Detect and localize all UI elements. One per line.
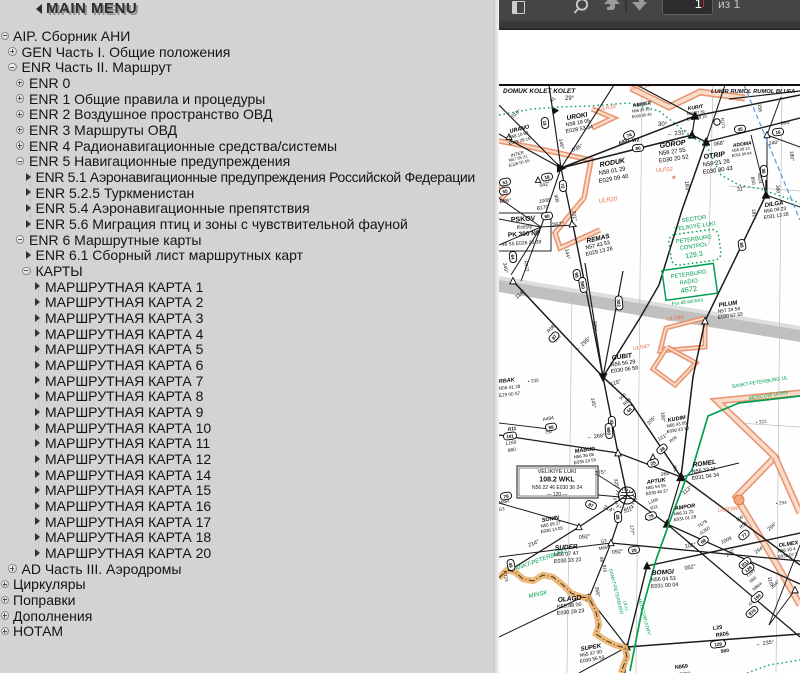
svg-text:29°: 29° (565, 96, 575, 102)
svg-text:B8: B8 (599, 557, 604, 563)
svg-text:268: 268 (660, 471, 669, 478)
svg-text:092°: 092° (612, 549, 624, 556)
svg-text:900: 900 (606, 427, 612, 436)
svg-text:100°: 100° (659, 412, 666, 423)
svg-text:LUKIR RUMOL RUMOL BLUFA: LUKIR RUMOL RUMOL BLUFA (711, 89, 795, 95)
svg-text:302: 302 (616, 299, 622, 308)
svg-text:• 338: • 338 (528, 378, 540, 385)
svg-text:72: 72 (560, 183, 565, 189)
svg-text:086°: 086° (500, 198, 512, 205)
svg-text:183°: 183° (683, 181, 690, 193)
svg-text:64: 64 (510, 254, 515, 260)
svg-text:181°: 181° (750, 209, 757, 220)
svg-text:30°: 30° (658, 122, 668, 128)
svg-text:810: 810 (602, 565, 608, 573)
svg-text:360: 360 (774, 185, 781, 194)
svg-text:31°: 31° (736, 186, 745, 193)
svg-text:860: 860 (507, 447, 516, 454)
svg-text:ULP22: ULP22 (656, 167, 673, 174)
svg-text:N56 22 46 E030 36 24: N56 22 46 E030 36 24 (532, 485, 582, 491)
svg-text:28: 28 (615, 514, 620, 520)
svg-text:177°: 177° (628, 525, 635, 536)
svg-text:— 120 —: — 120 — (546, 492, 567, 498)
svg-text:W2: W2 (632, 137, 640, 144)
svg-text:80: 80 (635, 146, 641, 152)
svg-text:18: 18 (542, 120, 547, 126)
svg-text:108.2 WKL: 108.2 WKL (539, 477, 575, 484)
svg-text:900: 900 (720, 648, 729, 655)
svg-text:• 322: • 322 (756, 419, 768, 426)
svg-text:VELIKIYE LUKI: VELIKIYE LUKI (538, 469, 577, 475)
svg-text:325°: 325° (591, 321, 598, 332)
svg-text:092°: 092° (579, 534, 591, 541)
svg-text:✻: ✻ (672, 175, 676, 180)
svg-text:• 294: • 294 (776, 500, 788, 507)
svg-text:DOMUK KOLET KOLET: DOMUK KOLET KOLET (503, 88, 576, 95)
svg-text:36: 36 (761, 168, 766, 174)
svg-text:158: 158 (756, 104, 763, 113)
svg-text:180°: 180° (788, 151, 795, 162)
